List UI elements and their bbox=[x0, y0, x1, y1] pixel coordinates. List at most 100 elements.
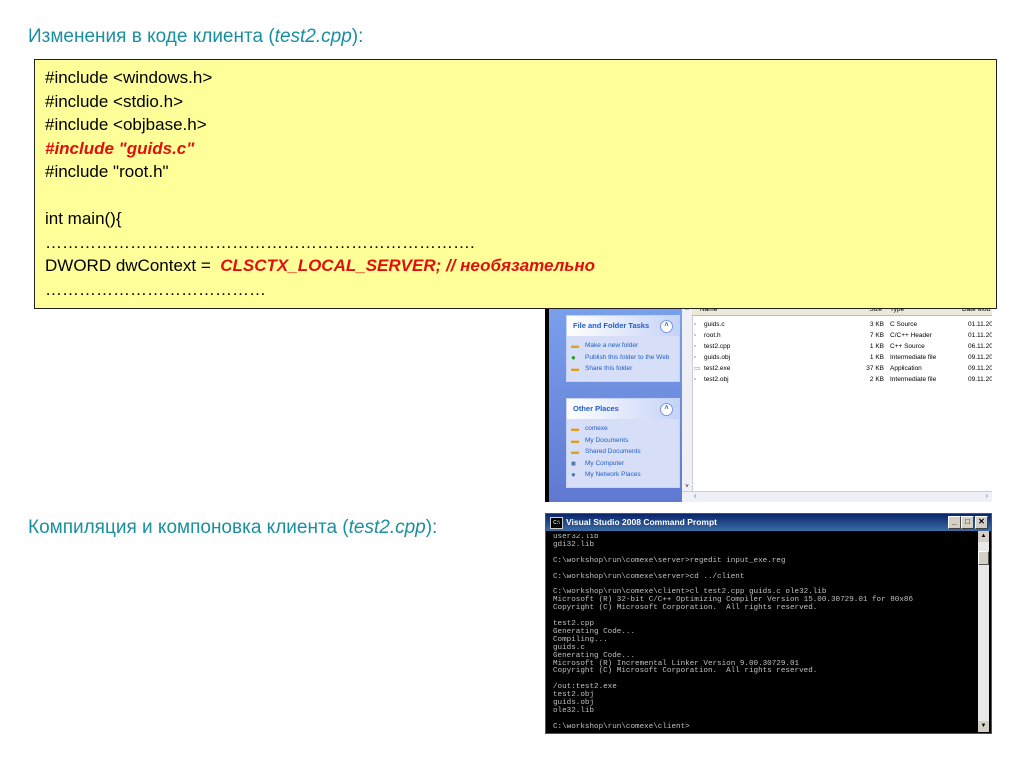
folder-icon: ▬ bbox=[571, 424, 579, 433]
title-prefix: Изменения в коде клиента ( bbox=[28, 26, 275, 47]
task-publish-folder[interactable]: ● Publish this folder to the Web bbox=[571, 353, 675, 363]
file-type: Intermediate file bbox=[890, 354, 937, 361]
scroll-up-icon[interactable]: ▲ bbox=[978, 531, 989, 542]
console-line: C:\workshop\run\comexe\server>cd ../clie… bbox=[553, 572, 745, 581]
code-line-ellipsis: ………………………………… bbox=[45, 279, 266, 299]
code-line: #include <windows.h> bbox=[45, 68, 213, 87]
folder-icon: ▬ bbox=[571, 447, 579, 456]
task-share-folder[interactable]: ▬ Share this folder bbox=[571, 364, 675, 374]
collapse-icon[interactable]: ˄ bbox=[660, 320, 673, 333]
place-label: My Computer bbox=[585, 459, 625, 467]
file-row[interactable]: ▫ test2.cpp 1 KB C++ Source 06.11.201 bbox=[692, 342, 992, 352]
file-row[interactable]: ▫ test2.obj 2 KB Intermediate file 09.11.201 bbox=[692, 375, 992, 385]
file-date: 09.11.201 bbox=[968, 354, 992, 361]
file-type: C Source bbox=[890, 321, 918, 328]
file-date: 06.11.201 bbox=[968, 343, 992, 350]
code-listing-box: #include <windows.h> #include <stdio.h> … bbox=[34, 59, 997, 309]
file-type: C++ Source bbox=[890, 343, 925, 350]
slide-title-client-changes: Изменения в коде клиента (test2.cpp): bbox=[28, 26, 363, 48]
file-name: guids.obj bbox=[704, 354, 731, 361]
file-size: 7 KB bbox=[869, 332, 884, 339]
console-output[interactable]: user32.lib gdi32.lib C:\workshop\run\come… bbox=[553, 534, 975, 732]
console-line: /out:test2.exe bbox=[553, 683, 617, 692]
task-label: Make a new folder bbox=[585, 342, 639, 349]
other-places-header[interactable]: Other Places ˄ bbox=[567, 399, 679, 419]
panel-title: File and Folder Tasks bbox=[573, 321, 650, 330]
file-date: 09.11.201 bbox=[968, 365, 992, 372]
minimize-icon[interactable]: _ bbox=[948, 516, 961, 529]
console-line: Copyright (C) Microsoft Corporation. All… bbox=[553, 667, 818, 676]
place-my-network[interactable]: ● My Network Places bbox=[571, 470, 675, 480]
title-prefix: Компиляция и компоновка клиента ( bbox=[28, 517, 349, 538]
explorer-window: File and Folder Tasks ˄ ▬ Make a new fold… bbox=[545, 305, 992, 502]
scroll-left-icon[interactable]: ‹ bbox=[694, 492, 696, 502]
place-label: My Network Places bbox=[585, 471, 641, 478]
scroll-down-icon[interactable]: ▼ bbox=[978, 721, 989, 732]
network-icon: ● bbox=[571, 470, 576, 479]
title-suffix: ): bbox=[425, 517, 438, 538]
code-line-highlight: #include "guids.c" bbox=[45, 138, 195, 158]
maximize-icon[interactable]: □ bbox=[961, 516, 974, 529]
file-row[interactable]: ▫ guids.obj 1 KB Intermediate file 09.11.201 bbox=[692, 353, 992, 363]
file-date: 01.11.201 bbox=[968, 321, 992, 328]
code-line: #include <stdio.h> bbox=[45, 91, 183, 111]
file-type: Intermediate file bbox=[890, 376, 937, 383]
file-icon: ▫ bbox=[694, 343, 697, 350]
task-pane: File and Folder Tasks ˄ ▬ Make a new fold… bbox=[549, 305, 682, 502]
code-line: #include "root.h" bbox=[45, 162, 169, 181]
panel-body: ▬ Make a new folder ● Publish this folder … bbox=[567, 336, 679, 381]
file-name: guids.c bbox=[704, 321, 725, 328]
task-make-new-folder[interactable]: ▬ Make a new folder bbox=[571, 341, 675, 351]
file-size: 3 KB bbox=[869, 321, 884, 328]
file-name: test2.cpp bbox=[704, 343, 731, 350]
file-row[interactable]: ▭test2.exe 37 KB Application 09.11.201 bbox=[692, 364, 992, 374]
cmd-vertical-scrollbar[interactable]: ▲ ▼ bbox=[978, 531, 989, 732]
file-list: ˄ ˅ Name ⌃ Size Type Date Mod ▫ guids.c 3 … bbox=[682, 305, 992, 502]
file-row[interactable]: ▫ guids.c 3 KB C Source 01.11.201 bbox=[692, 320, 992, 330]
code-clsctx-highlight: CLSCTX_LOCAL_SERVER; // необязательно bbox=[220, 256, 596, 275]
console-line: user32.lib bbox=[553, 534, 599, 541]
globe-icon: ● bbox=[571, 352, 576, 362]
file-size: 2 KB bbox=[869, 376, 884, 383]
file-size: 1 KB bbox=[869, 354, 884, 361]
code-line: #include <objbase.h> bbox=[45, 115, 207, 134]
file-row[interactable]: ▫ root.h 7 KB C/C++ Header 01.11.201 bbox=[692, 331, 992, 341]
file-icon: ▫ bbox=[694, 354, 697, 361]
exe-icon: ▭ bbox=[694, 365, 701, 372]
file-name: test2.obj bbox=[704, 376, 729, 383]
file-folder-tasks-header[interactable]: File and Folder Tasks ˄ bbox=[567, 316, 679, 336]
collapse-icon[interactable]: ˄ bbox=[660, 403, 673, 416]
panel-title: Other Places bbox=[573, 404, 619, 413]
other-places-panel: Other Places ˄ ▬ comexe ▬ My Documents ▬ Sh… bbox=[566, 398, 680, 488]
file-type: C/C++ Header bbox=[890, 332, 932, 339]
place-my-documents[interactable]: ▬ My Documents bbox=[571, 436, 675, 446]
console-line: guids.obj bbox=[553, 699, 595, 708]
file-folder-tasks-panel: File and Folder Tasks ˄ ▬ Make a new fold… bbox=[566, 315, 680, 382]
place-label: comexe bbox=[585, 425, 608, 432]
close-icon[interactable]: ✕ bbox=[975, 516, 988, 529]
horizontal-scrollbar[interactable]: ‹ › bbox=[682, 491, 992, 502]
code-line: DWORD dwContext = CLSCTX_LOCAL_SERVER; /… bbox=[45, 254, 996, 278]
title-filename: test2.cpp bbox=[274, 26, 352, 47]
documents-icon: ▬ bbox=[571, 435, 579, 445]
file-type: Application bbox=[890, 365, 922, 372]
scroll-right-icon[interactable]: › bbox=[986, 492, 988, 502]
computer-icon: ■ bbox=[571, 458, 576, 468]
title-suffix: ): bbox=[351, 26, 364, 47]
place-comexe[interactable]: ▬ comexe bbox=[571, 424, 675, 434]
command-prompt-window[interactable]: C:\ Visual Studio 2008 Command Prompt _ … bbox=[545, 513, 992, 734]
scroll-thumb[interactable] bbox=[978, 551, 989, 565]
panel-body: ▬ comexe ▬ My Documents ▬ Shared Documents … bbox=[567, 419, 679, 487]
place-my-computer[interactable]: ■ My Computer bbox=[571, 459, 675, 469]
code-line: int main(){ bbox=[45, 209, 122, 228]
title-filename: test2.cpp bbox=[348, 517, 426, 538]
cmd-title-bar[interactable]: C:\ Visual Studio 2008 Command Prompt _ … bbox=[546, 514, 991, 531]
file-name: root.h bbox=[704, 332, 721, 339]
file-date: 01.11.201 bbox=[968, 332, 992, 339]
file-name: test2.exe bbox=[704, 365, 731, 372]
file-size: 37 KB bbox=[866, 365, 884, 372]
share-folder-icon: ▬ bbox=[571, 364, 579, 373]
place-label: Shared Documents bbox=[585, 448, 641, 455]
place-shared-documents[interactable]: ▬ Shared Documents bbox=[571, 447, 675, 457]
